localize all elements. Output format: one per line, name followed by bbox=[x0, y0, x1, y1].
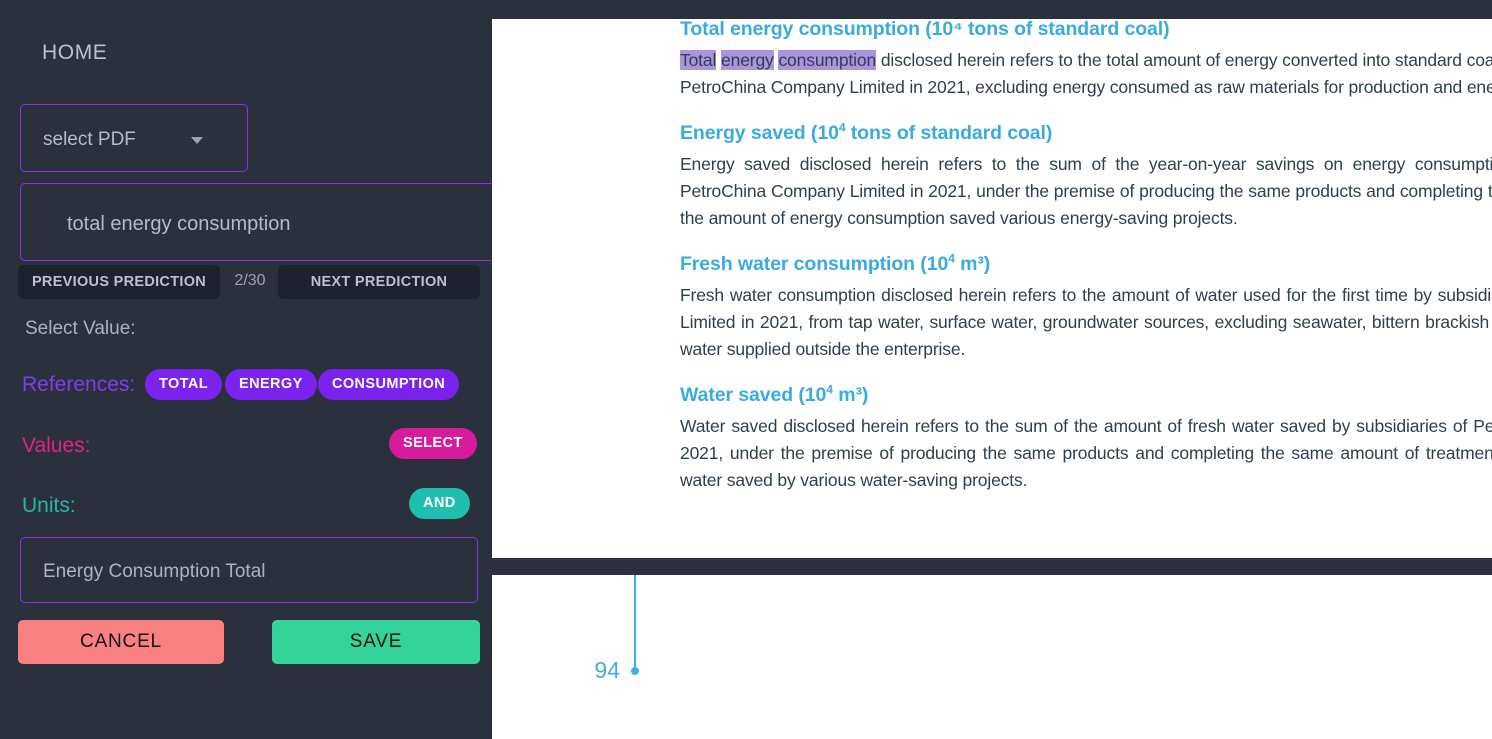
chart-stem-line bbox=[634, 575, 636, 671]
document-heading-fresh-water: Fresh water consumption (104 m³) bbox=[680, 251, 1492, 276]
value-chip-select[interactable]: SELECT bbox=[389, 428, 477, 459]
heading-tail: m³) bbox=[832, 384, 869, 406]
chart-data-point[interactable] bbox=[631, 667, 639, 675]
chart-top-bar bbox=[492, 558, 1492, 575]
reference-chip-consumption[interactable]: CONSUMPTION bbox=[318, 369, 460, 400]
document-heading-energy-saved: Energy saved (104 tons of standard coal) bbox=[680, 121, 1492, 145]
prediction-counter: 2/30 bbox=[234, 272, 266, 289]
chevron-down-icon bbox=[191, 137, 203, 144]
pdf-select-dropdown[interactable]: select PDF bbox=[20, 104, 248, 172]
application-root: HOME select PDF total energy consumption… bbox=[0, 0, 1492, 739]
highlight-consumption: consumption bbox=[778, 50, 877, 70]
references-label: References: bbox=[22, 373, 136, 396]
units-label: Units: bbox=[22, 494, 76, 517]
highlight-total: Total bbox=[680, 50, 717, 70]
select-value-label: Select Value: bbox=[25, 318, 136, 339]
heading-exponent: 4 bbox=[948, 251, 955, 266]
values-label: Values: bbox=[22, 434, 91, 457]
document-paragraph-total-energy: Total energy consumption disclosed herei… bbox=[680, 47, 1492, 101]
document-top-bar bbox=[492, 0, 1492, 19]
document-heading-water-saved: Water saved (104 m³) bbox=[680, 382, 1492, 407]
save-button[interactable]: SAVE bbox=[272, 620, 480, 664]
previous-prediction-button[interactable]: PREVIOUS PREDICTION bbox=[18, 265, 220, 299]
heading-text: Energy saved (10 bbox=[680, 122, 839, 144]
pdf-select-label: select PDF bbox=[43, 129, 136, 150]
document-scroll-area[interactable]: Total energy consumption (10⁴ tons of st… bbox=[492, 19, 1492, 558]
chart-panel: 94 bbox=[492, 558, 1492, 739]
document-paragraph-energy-saved: Energy saved disclosed herein refers to … bbox=[680, 154, 1492, 228]
heading-tail: m³) bbox=[954, 253, 991, 275]
pdf-document-panel: Total energy consumption (10⁴ tons of st… bbox=[492, 0, 1492, 558]
heading-text: Fresh water consumption (10 bbox=[680, 253, 949, 275]
heading-tail: tons of standard coal) bbox=[845, 122, 1053, 144]
sidebar-panel: HOME select PDF total energy consumption… bbox=[0, 0, 492, 739]
heading-exponent: 4 bbox=[826, 382, 833, 397]
reference-chip-energy[interactable]: ENERGY bbox=[225, 369, 317, 400]
document-paragraph-water-saved: Water saved disclosed herein refers to t… bbox=[680, 416, 1492, 490]
query-input-value: total energy consumption bbox=[67, 213, 291, 235]
highlight-energy: energy bbox=[721, 50, 774, 70]
query-input[interactable]: total energy consumption bbox=[20, 183, 492, 261]
next-prediction-button[interactable]: NEXT PREDICTION bbox=[278, 265, 480, 299]
chart-value-label: 94 bbox=[594, 657, 620, 683]
units-input[interactable]: Energy Consumption Total bbox=[20, 537, 478, 603]
units-input-value: Energy Consumption Total bbox=[43, 561, 266, 582]
unit-chip-and[interactable]: AND bbox=[409, 488, 470, 519]
document-paragraph-fresh-water: Fresh water consumption disclosed herein… bbox=[680, 285, 1492, 359]
reference-chip-total[interactable]: TOTAL bbox=[145, 369, 222, 400]
heading-text: Water saved (10 bbox=[680, 384, 827, 406]
document-heading-clipped: Total energy consumption (10⁴ tons of st… bbox=[680, 19, 1170, 40]
page-title: HOME bbox=[42, 41, 108, 64]
cancel-button[interactable]: CANCEL bbox=[18, 620, 224, 664]
